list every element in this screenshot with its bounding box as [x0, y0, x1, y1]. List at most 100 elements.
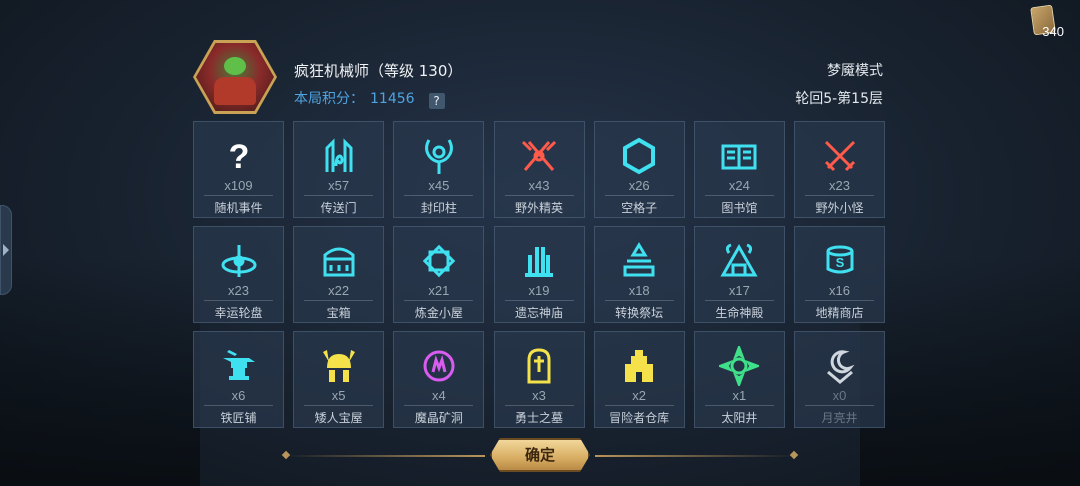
event-tile[interactable]: x18 转换祭坛: [593, 226, 685, 323]
cycle-floor: 轮回5-第15层: [795, 91, 883, 107]
event-count: x17: [728, 283, 750, 298]
event-label: 幸运轮盘: [214, 306, 263, 320]
confirm-button[interactable]: 确定: [490, 438, 590, 472]
warehouse-icon: [619, 346, 659, 386]
event-tile[interactable]: x23 野外小怪: [794, 121, 886, 218]
footer-divider-left: [285, 455, 485, 457]
wheel-icon: [219, 241, 259, 281]
event-tile[interactable]: x22 宝箱: [293, 226, 385, 323]
crystal-mine-icon: [419, 346, 459, 386]
hero-portrait-body: [214, 77, 256, 105]
event-count: x3: [532, 388, 546, 403]
event-tile[interactable]: x43 野外精英: [493, 121, 585, 218]
event-tile[interactable]: x21 炼金小屋: [393, 226, 485, 323]
tile-divider: [805, 195, 875, 196]
portal-icon: [319, 136, 359, 176]
side-expand-tab[interactable]: [0, 205, 12, 295]
event-count: x23: [829, 178, 850, 193]
svg-text:S: S: [835, 255, 844, 270]
chest-icon: [319, 241, 359, 281]
event-tile[interactable]: x5 矮人宝屋: [293, 331, 385, 428]
event-count: x21: [428, 283, 450, 298]
event-count: x23: [228, 283, 249, 298]
event-tile[interactable]: x2 冒险者仓库: [593, 331, 685, 428]
alchemy-icon: [419, 241, 459, 281]
event-count: x1: [732, 388, 747, 403]
event-label: 矮人宝屋: [314, 411, 363, 425]
event-label: 转换祭坛: [615, 306, 664, 320]
tile-divider: [704, 195, 774, 196]
event-count: x6: [231, 388, 246, 403]
event-tile[interactable]: x4 魔晶矿洞: [393, 331, 485, 428]
event-count: x26: [628, 178, 650, 193]
event-label: 魔晶矿洞: [414, 411, 463, 425]
help-icon[interactable]: ?: [428, 93, 445, 109]
event-tile[interactable]: x19 遗忘神庙: [493, 226, 585, 323]
tile-divider: [604, 405, 674, 406]
svg-text:?: ?: [228, 138, 249, 176]
background-left-silhouette: [0, 256, 200, 486]
event-tile[interactable]: x3 勇士之墓: [493, 331, 585, 428]
event-label: 月亮井: [821, 411, 858, 425]
event-label: 野外小怪: [815, 201, 864, 215]
event-tile[interactable]: x57 传送门: [293, 121, 385, 218]
tile-divider: [304, 195, 374, 196]
event-tile[interactable]: x0 月亮井: [794, 331, 886, 428]
event-tile[interactable]: Sx16 地精商店: [794, 226, 886, 323]
event-count: x4: [431, 388, 446, 403]
event-tile[interactable]: x6 铁匠铺: [193, 331, 284, 428]
event-label: 图书馆: [721, 201, 758, 215]
event-tile[interactable]: x26 空格子: [593, 121, 685, 218]
seal-pillar-icon: [419, 136, 459, 176]
event-tile[interactable]: x1 太阳井: [693, 331, 785, 428]
hero-avatar[interactable]: [193, 40, 277, 114]
event-label: 随机事件: [214, 201, 263, 215]
tile-divider: [805, 405, 875, 406]
tile-divider: [404, 405, 474, 406]
event-tile[interactable]: x17 生命神殿: [693, 226, 785, 323]
event-grid: ? x109 随机事件 x57 传送门 x45 封印柱 x43 野外精英 x26 空格子 x24 图书馆…: [193, 121, 886, 430]
event-label: 炼金小屋: [414, 306, 463, 320]
event-count: x43: [528, 178, 550, 193]
event-label: 野外精英: [514, 201, 563, 215]
run-summary-header: 疯狂机械师（等级 130） 本局积分： 11456? 梦魇模式 轮回5-第15层: [193, 40, 885, 114]
goblin-shop-icon: S: [820, 241, 860, 281]
event-label: 遗忘神庙: [514, 306, 563, 320]
footer: 确定: [285, 437, 795, 473]
hero-portrait-face: [224, 57, 246, 75]
score-row: 本局积分： 11456?: [294, 88, 445, 109]
event-label: 空格子: [621, 201, 658, 215]
event-tile[interactable]: x23 幸运轮盘: [193, 226, 284, 323]
tomb-icon: [519, 346, 559, 386]
tile-divider: [604, 195, 674, 196]
event-tile[interactable]: x45 封印柱: [393, 121, 485, 218]
event-label: 勇士之墓: [514, 411, 563, 425]
card-counter[interactable]: 340: [1018, 4, 1064, 40]
crossed-axes-icon: [519, 136, 559, 176]
event-tile[interactable]: x24 图书馆: [693, 121, 785, 218]
tile-divider: [204, 300, 273, 301]
anvil-icon: [219, 346, 259, 386]
tile-divider: [805, 300, 875, 301]
event-label: 地精商店: [815, 306, 864, 320]
question-icon: ?: [219, 136, 259, 176]
tile-divider: [304, 405, 374, 406]
score-value: 11456: [370, 91, 415, 107]
event-label: 传送门: [320, 201, 357, 215]
card-count: 340: [1042, 24, 1064, 39]
background-right-silhouette: [860, 256, 1080, 486]
event-label: 冒险者仓库: [609, 411, 670, 425]
crossed-swords-icon: [820, 136, 860, 176]
tile-divider: [504, 405, 574, 406]
event-tile[interactable]: ? x109 随机事件: [193, 121, 284, 218]
event-label: 宝箱: [326, 306, 351, 320]
book-icon: [719, 136, 759, 176]
event-count: x0: [832, 388, 847, 403]
sun-well-icon: [719, 346, 760, 386]
temple-icon: [519, 241, 559, 281]
tile-divider: [404, 195, 474, 196]
event-label: 太阳井: [721, 411, 758, 425]
tile-divider: [404, 300, 474, 301]
footer-divider-right: [595, 455, 795, 457]
event-count: x22: [328, 283, 350, 298]
